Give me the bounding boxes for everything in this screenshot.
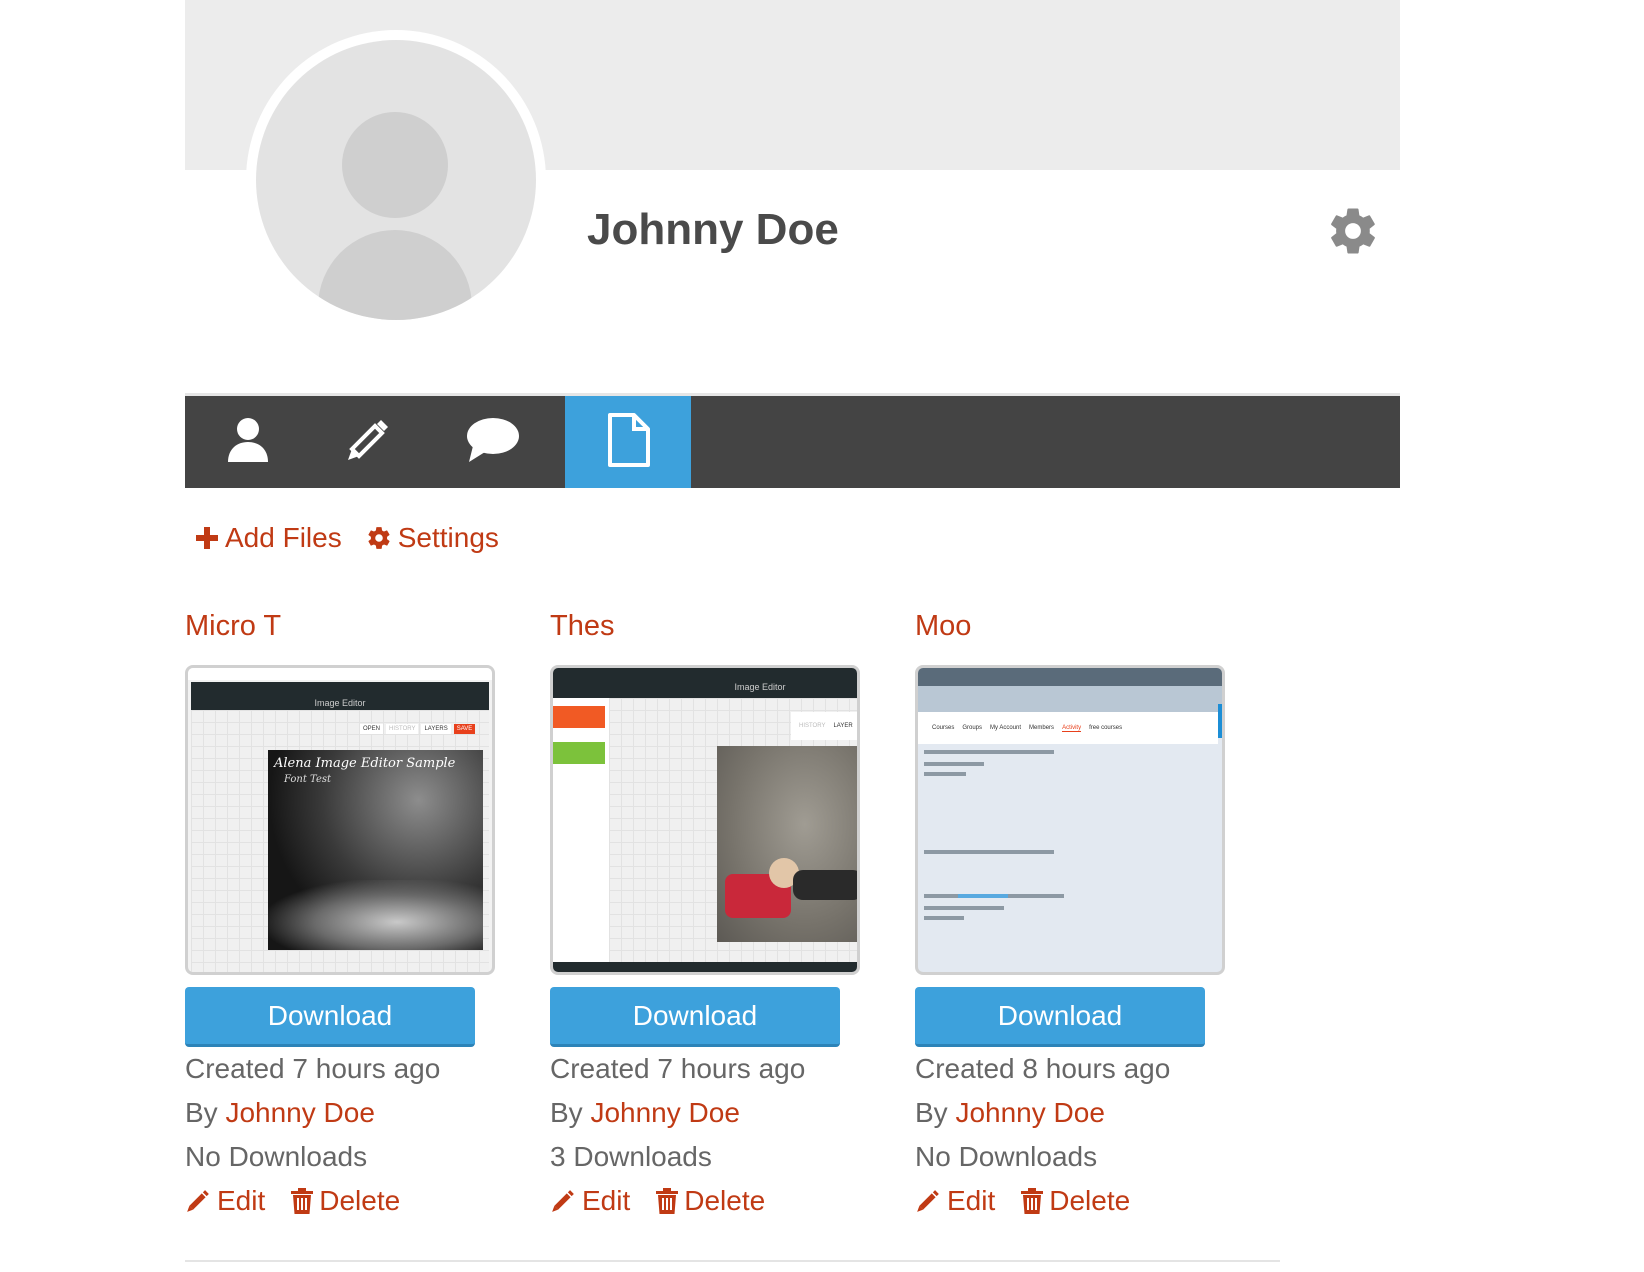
thumb-title: Image Editor — [314, 698, 366, 708]
download-button[interactable]: Download — [915, 987, 1205, 1047]
cog-icon — [368, 527, 390, 549]
profile-name: Johnny Doe — [587, 205, 839, 254]
thumb-title: Image Editor — [734, 682, 786, 692]
file-thumbnail[interactable]: Courses Groups My Account Members Activi… — [915, 665, 1225, 975]
thumb-caption: Alena Image Editor Sample — [274, 756, 456, 771]
file-card: Thes Image Editor HISTORY LAYER Download… — [550, 605, 880, 1223]
by-label: By — [550, 1097, 591, 1128]
avatar-placeholder-icon — [256, 40, 536, 320]
tab-messages[interactable] — [430, 396, 556, 488]
trash-icon — [656, 1188, 679, 1214]
tab-posts[interactable] — [305, 396, 431, 488]
file-created: Created 7 hours ago — [185, 1053, 441, 1084]
thumb-nav-item: Activity — [1062, 724, 1082, 732]
file-icon — [604, 412, 652, 473]
by-label: By — [915, 1097, 956, 1128]
edit-button[interactable]: Edit — [915, 1179, 995, 1223]
tab-files[interactable] — [565, 396, 691, 488]
pencil-icon — [552, 1190, 574, 1212]
delete-label: Delete — [1049, 1185, 1131, 1216]
pencil-icon — [187, 1190, 209, 1212]
download-button[interactable]: Download — [185, 987, 475, 1047]
file-thumbnail[interactable]: Image Editor OPEN HISTORY LAYERS SAVE Al… — [185, 665, 495, 975]
avatar — [246, 30, 546, 330]
thumb-btn: LAYER — [833, 723, 853, 729]
delete-label: Delete — [684, 1185, 766, 1216]
author-link[interactable]: Johnny Doe — [225, 1097, 374, 1128]
thumb-nav-item: Members — [1029, 725, 1055, 731]
file-card: Moo Courses Groups My Account Members Ac… — [915, 605, 1245, 1223]
delete-label: Delete — [319, 1185, 401, 1216]
thumb-subcaption: Font Test — [284, 774, 332, 785]
file-card: Micro T Image Editor OPEN HISTORY LAYERS… — [185, 605, 515, 1223]
thumb-nav-item: Groups — [962, 725, 983, 731]
add-files-label: Add Files — [225, 522, 342, 553]
trash-icon — [1021, 1188, 1044, 1214]
plus-icon — [196, 527, 218, 549]
file-actions: Add Files Settings — [195, 522, 499, 554]
delete-button[interactable]: Delete — [656, 1179, 765, 1223]
file-created: Created 8 hours ago — [915, 1053, 1171, 1084]
trash-icon — [291, 1188, 314, 1214]
pencil-icon — [344, 416, 392, 469]
thumb-btn: OPEN — [360, 724, 384, 734]
edit-button[interactable]: Edit — [550, 1179, 630, 1223]
file-author-line: By Johnny Doe — [550, 1091, 880, 1135]
thumb-nav-item: My Account — [990, 725, 1022, 731]
file-downloads: No Downloads — [915, 1141, 1098, 1172]
tab-profile[interactable] — [185, 396, 311, 488]
file-downloads: No Downloads — [185, 1141, 368, 1172]
file-thumbnail[interactable]: Image Editor HISTORY LAYER — [550, 665, 860, 975]
chat-icon — [465, 416, 521, 469]
file-author-line: By Johnny Doe — [185, 1091, 515, 1135]
thumb-btn: HISTORY — [799, 723, 826, 729]
pencil-icon — [917, 1190, 939, 1212]
file-title[interactable]: Moo — [915, 605, 1245, 647]
thumb-btn: SAVE — [453, 724, 476, 734]
bottom-divider — [185, 1260, 1280, 1262]
settings-button[interactable]: Settings — [366, 522, 499, 554]
delete-button[interactable]: Delete — [291, 1179, 400, 1223]
edit-label: Edit — [217, 1185, 266, 1216]
download-button[interactable]: Download — [550, 987, 840, 1047]
thumb-btn: LAYERS — [421, 724, 451, 734]
by-label: By — [185, 1097, 226, 1128]
add-files-button[interactable]: Add Files — [195, 522, 342, 554]
thumb-btn: HISTORY — [386, 724, 419, 734]
user-icon — [226, 416, 270, 469]
file-created: Created 7 hours ago — [550, 1053, 806, 1084]
file-title[interactable]: Micro T — [185, 605, 515, 647]
delete-button[interactable]: Delete — [1021, 1179, 1130, 1223]
author-link[interactable]: Johnny Doe — [955, 1097, 1104, 1128]
file-title[interactable]: Thes — [550, 605, 880, 647]
file-author-line: By Johnny Doe — [915, 1091, 1245, 1135]
edit-button[interactable]: Edit — [185, 1179, 265, 1223]
thumb-nav-item: Courses — [932, 725, 955, 731]
thumb-nav-item: free courses — [1089, 725, 1123, 731]
edit-label: Edit — [947, 1185, 996, 1216]
profile-tabs — [185, 396, 1400, 488]
gear-icon[interactable] — [1326, 204, 1380, 258]
author-link[interactable]: Johnny Doe — [590, 1097, 739, 1128]
settings-label: Settings — [397, 522, 499, 553]
file-downloads: 3 Downloads — [550, 1141, 712, 1172]
edit-label: Edit — [582, 1185, 631, 1216]
